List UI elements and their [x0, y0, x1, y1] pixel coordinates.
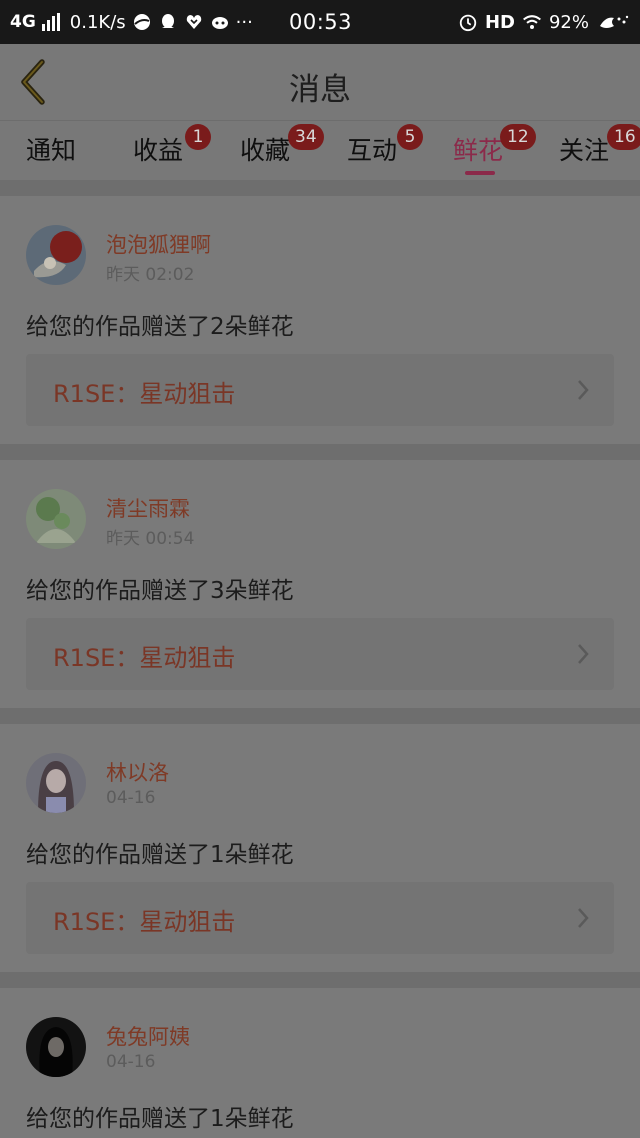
work-link[interactable]: R1SE：星动狙击	[26, 618, 614, 690]
divider	[0, 444, 640, 460]
avatar[interactable]	[26, 753, 86, 813]
nav-header: 消息	[0, 44, 640, 120]
unread-badge: 16	[607, 124, 640, 150]
message-text: 给您的作品赠送了1朵鲜花	[26, 1106, 294, 1132]
work-title: R1SE：星动狙击	[53, 644, 236, 672]
tab-flowers[interactable]: 鲜花 12	[453, 124, 536, 179]
unread-badge: 12	[500, 124, 536, 150]
timestamp: 04-16	[106, 1052, 156, 1072]
page-title: 消息	[289, 72, 351, 108]
message-text: 给您的作品赠送了3朵鲜花	[26, 578, 294, 604]
notification-card: 林以洛 04-16 给您的作品赠送了1朵鲜花 R1SE：星动狙击	[0, 724, 640, 972]
chevron-right-icon	[578, 908, 589, 928]
tab-favorites[interactable]: 收藏 34	[240, 124, 324, 179]
chevron-right-icon	[578, 380, 589, 400]
timestamp: 昨天 02:02	[106, 265, 195, 285]
avatar[interactable]	[26, 1017, 86, 1077]
divider	[0, 708, 640, 724]
unread-badge: 1	[185, 124, 211, 150]
battery-icon	[596, 12, 630, 32]
work-link[interactable]: R1SE：星动狙击	[26, 354, 614, 426]
notification-card: 清尘雨霖 昨天 00:54 给您的作品赠送了3朵鲜花 R1SE：星动狙击	[0, 460, 640, 708]
unread-badge: 5	[397, 124, 423, 150]
battery-level: 92%	[548, 11, 589, 33]
timestamp: 昨天 00:54	[106, 529, 195, 549]
chevron-right-icon	[578, 644, 589, 664]
tab-label: 收益	[133, 136, 184, 165]
tab-label: 互动	[347, 136, 398, 165]
avatar[interactable]	[26, 225, 86, 285]
tab-following[interactable]: 关注 16	[559, 124, 640, 179]
more-indicator: ···	[235, 11, 253, 33]
network-speed: 0.1K/s	[69, 11, 126, 33]
work-title: R1SE：星动狙击	[53, 908, 236, 936]
heart-app-icon	[184, 12, 204, 32]
tab-notifications[interactable]: 通知	[26, 131, 76, 179]
avatar[interactable]	[26, 489, 86, 549]
tab-interactions[interactable]: 互动 5	[347, 124, 423, 179]
network-type: 4G	[10, 12, 36, 32]
work-title: R1SE：星动狙击	[53, 380, 236, 408]
cat-app-icon	[210, 12, 230, 32]
username[interactable]: 兔兔阿姨	[106, 1021, 190, 1051]
wifi-icon	[522, 12, 542, 32]
qq-icon	[158, 12, 178, 32]
tab-label: 通知	[26, 136, 77, 165]
status-bar: 4G 0.1K/s ··· 00:53 HD 92%	[0, 0, 640, 44]
notification-card: 泡泡狐狸啊 昨天 02:02 给您的作品赠送了2朵鲜花 R1SE：星动狙击	[0, 196, 640, 444]
username[interactable]: 林以洛	[106, 757, 169, 787]
divider	[0, 180, 640, 196]
divider	[0, 972, 640, 988]
signal-icon	[41, 13, 60, 31]
tab-earnings[interactable]: 收益 1	[133, 124, 211, 179]
tab-bar: 通知 收益 1 收藏 34 互动 5 鲜花 12 关注 16	[0, 120, 640, 180]
clock: 00:53	[289, 10, 353, 34]
message-text: 给您的作品赠送了1朵鲜花	[26, 842, 294, 868]
hd-indicator: HD	[484, 11, 515, 33]
unread-badge: 34	[288, 124, 324, 150]
username[interactable]: 清尘雨霖	[106, 493, 190, 523]
username[interactable]: 泡泡狐狸啊	[106, 229, 211, 259]
timestamp: 04-16	[106, 788, 156, 808]
alarm-icon	[458, 12, 478, 32]
notification-card: 兔兔阿姨 04-16 给您的作品赠送了1朵鲜花	[0, 988, 640, 1138]
message-text: 给您的作品赠送了2朵鲜花	[26, 314, 294, 340]
work-link[interactable]: R1SE：星动狙击	[26, 882, 614, 954]
tab-label: 关注	[559, 136, 610, 165]
tab-label: 鲜花	[453, 136, 504, 165]
active-tab-indicator	[465, 171, 495, 175]
app-icon	[132, 12, 152, 32]
tab-label: 收藏	[240, 136, 291, 165]
